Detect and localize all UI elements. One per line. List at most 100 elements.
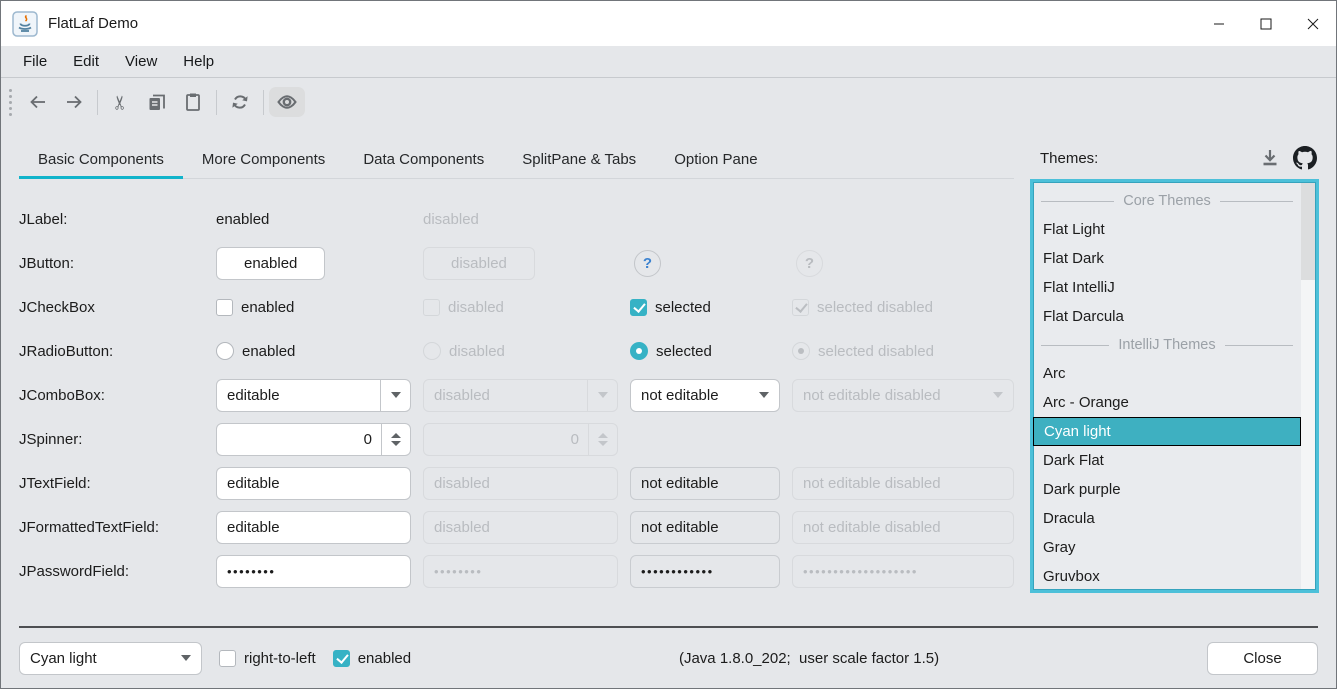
cut-icon[interactable]: ✂ xyxy=(103,87,139,117)
enabled-checkbox[interactable]: enabled xyxy=(333,650,411,667)
theme-item-cyan-light[interactable]: Cyan light xyxy=(1033,417,1301,446)
combobox-not-editable-disabled: not editable disabled xyxy=(792,379,1014,412)
jlabel-enabled: enabled xyxy=(216,211,411,228)
theme-group-divider: IntelliJ Themes xyxy=(1033,331,1301,359)
combobox-editable[interactable]: editable xyxy=(216,379,411,412)
combobox-not-editable[interactable]: not editable xyxy=(630,379,780,412)
scrollbar-thumb[interactable] xyxy=(1301,183,1315,280)
show-hint-eye-icon[interactable] xyxy=(269,87,305,117)
window-title: FlatLaf Demo xyxy=(48,15,138,32)
checkbox-checked-icon xyxy=(792,299,809,316)
help-button[interactable]: ? xyxy=(634,250,661,277)
formatted-textfield-disabled: disabled xyxy=(423,511,618,544)
checkbox-checked-icon[interactable] xyxy=(333,650,350,667)
theme-item-dracula[interactable]: Dracula xyxy=(1033,504,1301,533)
theme-item-gruvbox[interactable]: Gruvbox xyxy=(1033,562,1301,591)
tab-more-components[interactable]: More Components xyxy=(183,141,344,178)
textfield-editable[interactable]: editable xyxy=(216,467,411,500)
tab-option-pane[interactable]: Option Pane xyxy=(655,141,776,178)
checkbox-icon xyxy=(423,299,440,316)
status-text: (Java 1.8.0_202; user scale factor 1.5) xyxy=(428,650,1190,667)
theme-item-flat-darcula[interactable]: Flat Darcula xyxy=(1033,302,1301,331)
jbutton-enabled[interactable]: enabled xyxy=(216,247,325,280)
help-button-disabled: ? xyxy=(796,250,823,277)
radio-selected-disabled: selected disabled xyxy=(792,342,1014,360)
theme-item-arc[interactable]: Arc xyxy=(1033,359,1301,388)
toolbar-grip-icon[interactable] xyxy=(9,89,12,116)
github-icon[interactable] xyxy=(1293,146,1317,170)
theme-item-flat-intellij[interactable]: Flat IntelliJ xyxy=(1033,273,1301,302)
rtl-checkbox[interactable]: right-to-left xyxy=(219,650,316,667)
passwordfield-not-editable-disabled: ••••••••••••••••••• xyxy=(792,555,1014,588)
toolbar-separator xyxy=(216,90,217,115)
formatted-textfield-editable[interactable]: editable xyxy=(216,511,411,544)
spinner-arrows-icon xyxy=(588,424,617,455)
row-label-jlabel: JLabel: xyxy=(19,211,204,228)
menu-bar: File Edit View Help xyxy=(1,46,1336,78)
themes-scrollbar[interactable] xyxy=(1301,183,1315,589)
textfield-not-editable: not editable xyxy=(630,467,780,500)
chevron-down-icon[interactable] xyxy=(171,643,201,674)
themes-list[interactable]: Core Themes Flat Light Flat Dark Flat In… xyxy=(1030,179,1319,593)
checkbox-icon[interactable] xyxy=(216,299,233,316)
tab-basic-components[interactable]: Basic Components xyxy=(19,141,183,178)
radio-icon xyxy=(423,342,441,360)
checkbox-icon[interactable] xyxy=(219,650,236,667)
menu-help[interactable]: Help xyxy=(170,48,227,75)
row-label-jcheckbox: JCheckBox xyxy=(19,299,204,316)
checkbox-enabled[interactable]: enabled xyxy=(216,299,411,316)
theme-select-combobox[interactable]: Cyan light xyxy=(19,642,202,675)
radio-disabled: disabled xyxy=(423,342,618,360)
theme-item-flat-dark[interactable]: Flat Dark xyxy=(1033,244,1301,273)
menu-file[interactable]: File xyxy=(10,48,60,75)
toolbar-separator xyxy=(263,90,264,115)
download-icon[interactable] xyxy=(1259,147,1281,169)
jlabel-disabled: disabled xyxy=(423,211,618,228)
chevron-down-icon[interactable] xyxy=(749,380,779,411)
textfield-not-editable-disabled: not editable disabled xyxy=(792,467,1014,500)
content-area: Basic Components More Components Data Co… xyxy=(1,126,1336,626)
radio-enabled[interactable]: enabled xyxy=(216,342,411,360)
radio-selected-icon[interactable] xyxy=(630,342,648,360)
tab-data-components[interactable]: Data Components xyxy=(344,141,503,178)
radio-selected[interactable]: selected xyxy=(630,342,780,360)
spinner-enabled[interactable]: 0 xyxy=(216,423,411,456)
refresh-icon[interactable] xyxy=(222,87,258,117)
minimize-icon[interactable] xyxy=(1195,1,1242,46)
themes-panel: Themes: xyxy=(1030,141,1319,626)
checkbox-selected[interactable]: selected xyxy=(630,299,780,316)
paste-icon[interactable] xyxy=(175,87,211,117)
row-label-jpasswordfield: JPasswordField: xyxy=(19,563,204,580)
java-app-icon xyxy=(12,11,38,37)
theme-item-dark-flat[interactable]: Dark Flat xyxy=(1033,446,1301,475)
back-icon[interactable] xyxy=(20,87,56,117)
forward-icon[interactable] xyxy=(56,87,92,117)
theme-item-arc-orange[interactable]: Arc - Orange xyxy=(1033,388,1301,417)
tab-bar: Basic Components More Components Data Co… xyxy=(19,141,1014,179)
theme-item-flat-light[interactable]: Flat Light xyxy=(1033,215,1301,244)
passwordfield-editable[interactable]: •••••••• xyxy=(216,555,411,588)
row-label-jspinner: JSpinner: xyxy=(19,431,204,448)
app-window: FlatLaf Demo File Edit View Help xyxy=(0,0,1337,689)
formatted-textfield-not-editable-disabled: not editable disabled xyxy=(792,511,1014,544)
formatted-textfield-not-editable: not editable xyxy=(630,511,780,544)
components-panel: Basic Components More Components Data Co… xyxy=(19,141,1014,626)
theme-item-dark-purple[interactable]: Dark purple xyxy=(1033,475,1301,504)
passwordfield-not-editable: •••••••••••• xyxy=(630,555,780,588)
menu-view[interactable]: View xyxy=(112,48,170,75)
chevron-down-icon xyxy=(587,380,617,411)
maximize-icon[interactable] xyxy=(1242,1,1289,46)
jbutton-disabled: disabled xyxy=(423,247,535,280)
radio-icon[interactable] xyxy=(216,342,234,360)
menu-edit[interactable]: Edit xyxy=(60,48,112,75)
radio-selected-icon xyxy=(792,342,810,360)
checkbox-checked-icon[interactable] xyxy=(630,299,647,316)
close-icon[interactable] xyxy=(1289,1,1336,46)
close-button[interactable]: Close xyxy=(1207,642,1318,675)
tab-splitpane-tabs[interactable]: SplitPane & Tabs xyxy=(503,141,655,178)
chevron-down-icon[interactable] xyxy=(380,380,410,411)
spinner-arrows-icon[interactable] xyxy=(381,424,410,455)
theme-item-gray[interactable]: Gray xyxy=(1033,533,1301,562)
themes-label: Themes: xyxy=(1040,150,1098,167)
copy-icon[interactable] xyxy=(139,87,175,117)
